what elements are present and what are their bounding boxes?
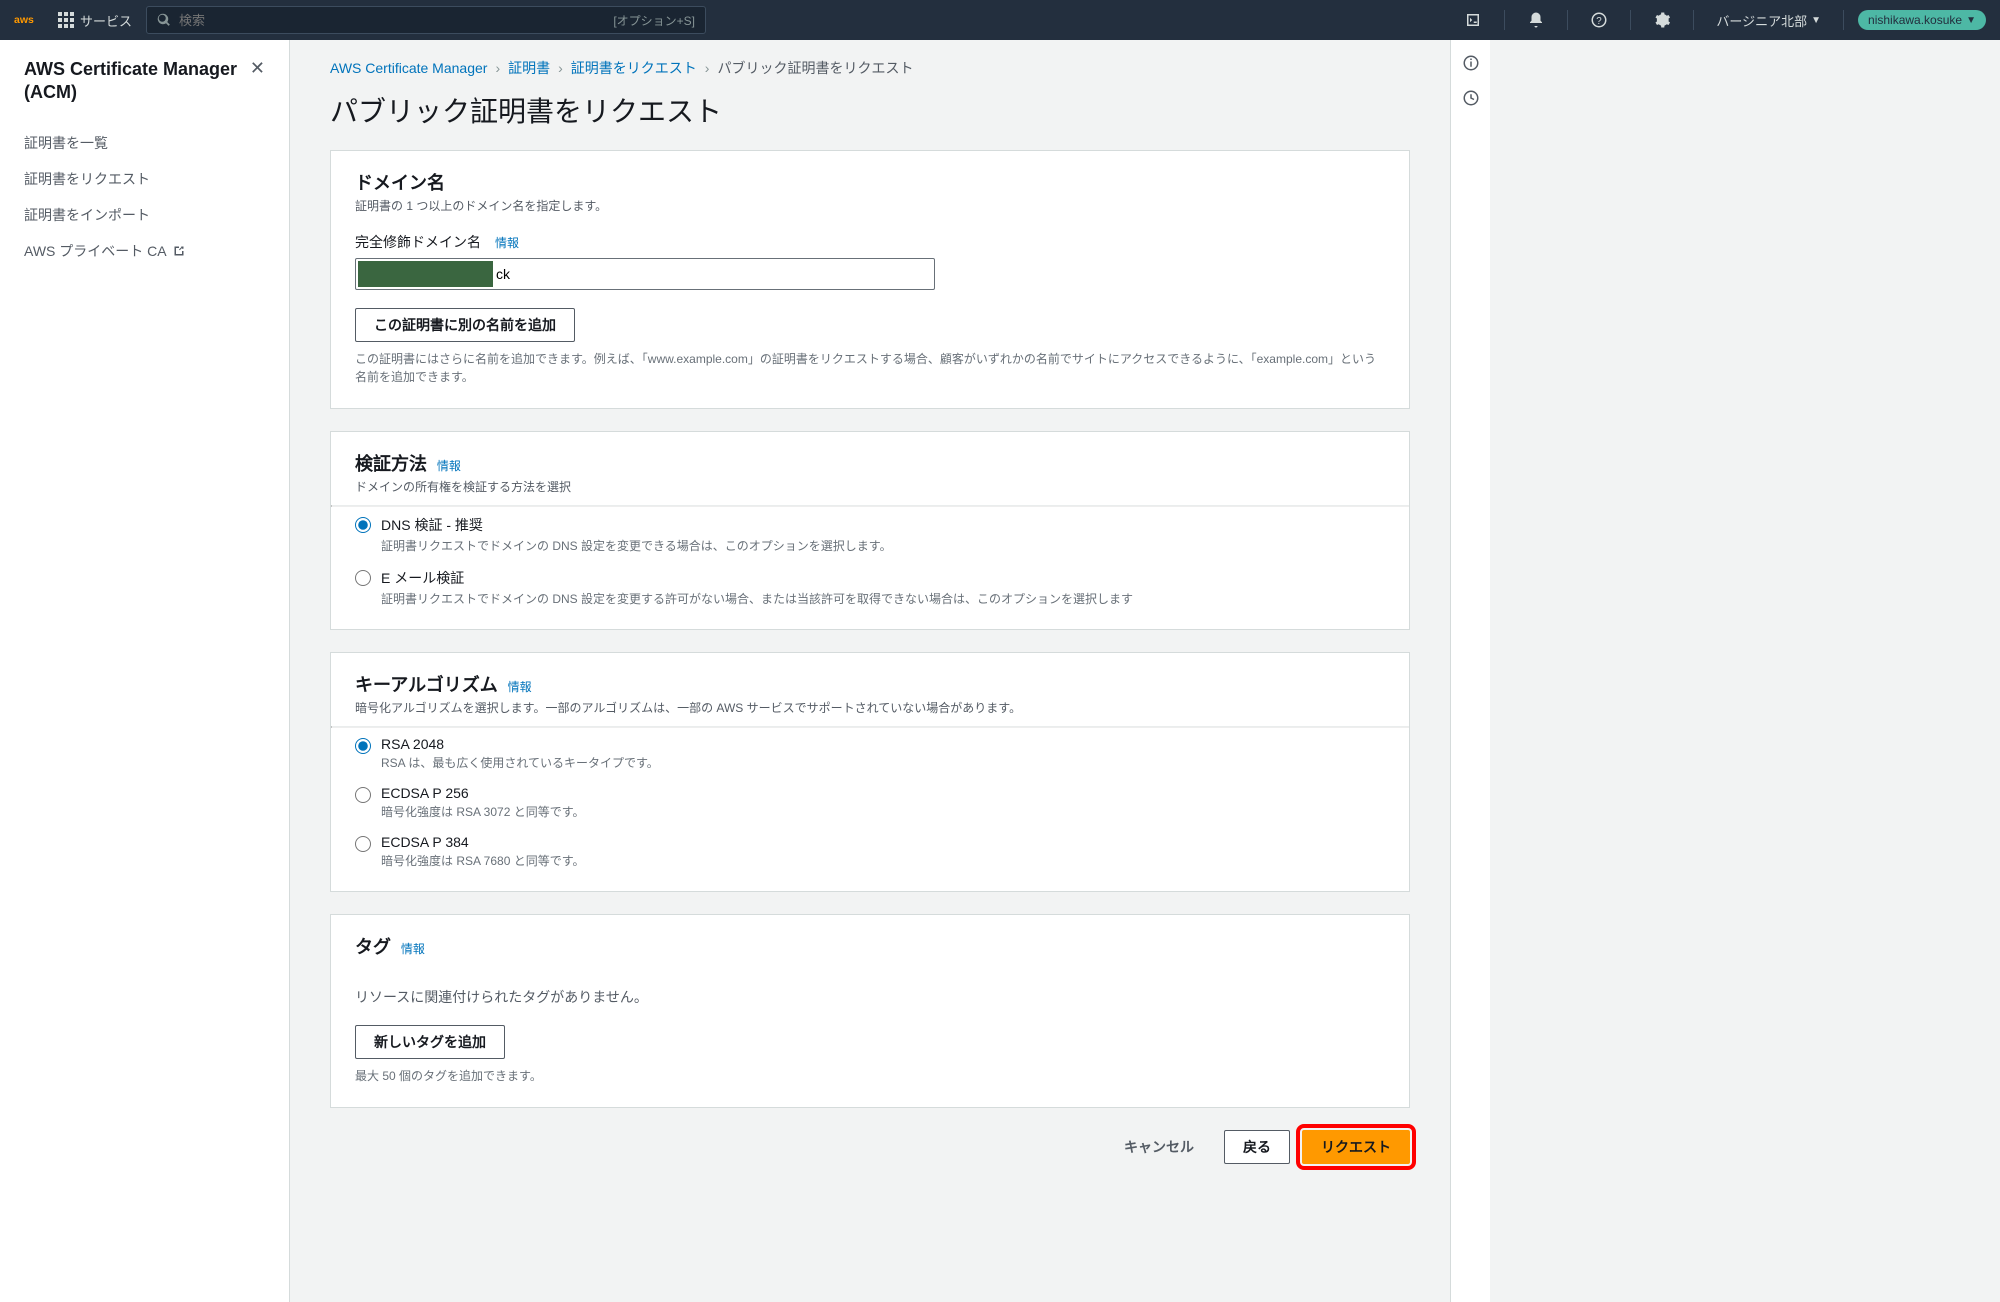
redacted-domain-prefix — [358, 261, 493, 287]
sidebar-item-label: AWS プライベート CA — [24, 241, 167, 261]
radio-label: DNS 検証 - 推奨 — [381, 515, 892, 535]
info-link[interactable]: 情報 — [508, 680, 532, 694]
validation-option-dns[interactable]: DNS 検証 - 推奨 証明書リクエストでドメインの DNS 設定を変更できる場… — [355, 515, 1385, 554]
region-selector[interactable]: バージニア北部 ▼ — [1708, 11, 1829, 30]
sidebar-nav: 証明書を一覧 証明書をリクエスト 証明書をインポート AWS プライベート CA — [0, 119, 289, 275]
search-input[interactable] — [171, 13, 613, 28]
tags-panel: タグ 情報 リソースに関連付けられたタグがありません。 新しいタグを追加 最大 … — [330, 914, 1410, 1108]
radio-desc: 証明書リクエストでドメインの DNS 設定を変更できる場合は、このオプションを選… — [381, 537, 892, 554]
history-rail-icon[interactable] — [1462, 89, 1480, 110]
panel-title: 検証方法 — [355, 454, 427, 474]
tags-help-text: 最大 50 個のタグを追加できます。 — [355, 1067, 1385, 1085]
panel-title: キーアルゴリズム — [355, 675, 498, 695]
breadcrumb-link[interactable]: 証明書 — [508, 58, 550, 78]
add-domain-button[interactable]: この証明書に別の名前を追加 — [355, 308, 575, 342]
sidebar-item-import[interactable]: 証明書をインポート — [0, 197, 289, 233]
info-rail-icon[interactable] — [1462, 54, 1480, 75]
breadcrumb-link[interactable]: AWS Certificate Manager — [330, 60, 487, 76]
breadcrumb: AWS Certificate Manager › 証明書 › 証明書をリクエス… — [330, 58, 1410, 78]
aws-logo[interactable]: aws — [14, 11, 44, 29]
algorithm-option-ecdsa256[interactable]: ECDSA P 256 暗号化強度は RSA 3072 と同等です。 — [355, 785, 1385, 820]
svg-text:aws: aws — [14, 14, 34, 26]
radio-input[interactable] — [355, 517, 371, 533]
validation-panel: 検証方法 情報 ドメインの所有権を検証する方法を選択 DNS 検証 - 推奨 証… — [330, 431, 1410, 630]
chevron-right-icon: › — [495, 60, 500, 76]
panel-desc: 証明書の 1 つ以上のドメイン名を指定します。 — [355, 197, 1385, 214]
chevron-right-icon: › — [558, 60, 563, 76]
caret-down-icon: ▼ — [1811, 15, 1821, 26]
user-menu[interactable]: nishikawa.kosuke ▼ — [1858, 10, 1986, 30]
domain-help-text: この証明書にはさらに名前を追加できます。例えば、「www.example.com… — [355, 350, 1385, 386]
domain-panel: ドメイン名 証明書の 1 つ以上のドメイン名を指定します。 完全修飾ドメイン名 … — [330, 150, 1410, 409]
settings-icon[interactable] — [1645, 0, 1679, 40]
back-button[interactable]: 戻る — [1224, 1130, 1290, 1164]
region-label: バージニア北部 — [1716, 11, 1807, 30]
radio-desc: 暗号化強度は RSA 7680 と同等です。 — [381, 852, 585, 869]
info-link[interactable]: 情報 — [401, 942, 425, 956]
add-tag-button[interactable]: 新しいタグを追加 — [355, 1025, 505, 1059]
algorithm-option-rsa2048[interactable]: RSA 2048 RSA は、最も広く使用されているキータイプです。 — [355, 736, 1385, 771]
breadcrumb-link[interactable]: 証明書をリクエスト — [571, 58, 697, 78]
algorithm-option-ecdsa384[interactable]: ECDSA P 384 暗号化強度は RSA 7680 と同等です。 — [355, 834, 1385, 869]
panel-desc: 暗号化アルゴリズムを選択します。一部のアルゴリズムは、一部の AWS サービスで… — [355, 699, 1385, 716]
radio-input[interactable] — [355, 836, 371, 852]
page-title: パブリック証明書をリクエスト — [330, 90, 1410, 130]
sidebar-item-private-ca[interactable]: AWS プライベート CA — [0, 233, 289, 269]
notifications-icon[interactable] — [1519, 0, 1553, 40]
sidebar: AWS Certificate Manager (ACM) ✕ 証明書を一覧 証… — [0, 40, 290, 1302]
radio-input[interactable] — [355, 570, 371, 586]
main-content: AWS Certificate Manager › 証明書 › 証明書をリクエス… — [290, 40, 1450, 1302]
radio-desc: RSA は、最も広く使用されているキータイプです。 — [381, 754, 659, 771]
chevron-right-icon: › — [705, 60, 710, 76]
request-button[interactable]: リクエスト — [1302, 1130, 1410, 1164]
radio-desc: 暗号化強度は RSA 3072 と同等です。 — [381, 803, 585, 820]
sidebar-item-label: 証明書をリクエスト — [24, 169, 150, 189]
right-rail — [1450, 40, 1490, 1302]
panel-desc: ドメインの所有権を検証する方法を選択 — [355, 478, 1385, 495]
radio-label: E メール検証 — [381, 568, 1133, 588]
sidebar-item-list[interactable]: 証明書を一覧 — [0, 125, 289, 161]
external-link-icon — [173, 245, 185, 257]
grid-icon — [58, 12, 74, 28]
sidebar-title: AWS Certificate Manager (ACM) — [24, 58, 250, 105]
form-actions: キャンセル 戻る リクエスト — [330, 1130, 1410, 1164]
search-box[interactable]: [オプション+S] — [146, 6, 706, 34]
radio-input[interactable] — [355, 787, 371, 803]
user-name: nishikawa.kosuke — [1868, 13, 1962, 27]
radio-input[interactable] — [355, 738, 371, 754]
radio-desc: 証明書リクエストでドメインの DNS 設定を変更する許可がない場合、または当該許… — [381, 590, 1133, 607]
services-menu[interactable]: サービス — [58, 11, 132, 30]
cloudshell-icon[interactable] — [1456, 0, 1490, 40]
radio-label: ECDSA P 384 — [381, 834, 585, 850]
search-icon — [157, 13, 171, 27]
breadcrumb-current: パブリック証明書をリクエスト — [717, 58, 913, 78]
field-label: 完全修飾ドメイン名 — [355, 232, 481, 252]
panel-title: タグ — [355, 937, 391, 957]
svg-text:?: ? — [1597, 16, 1603, 27]
sidebar-item-label: 証明書をインポート — [24, 205, 150, 225]
sidebar-item-request[interactable]: 証明書をリクエスト — [0, 161, 289, 197]
top-nav: aws サービス [オプション+S] ? バージニア北部 ▼ nishikawa… — [0, 0, 2000, 40]
info-link[interactable]: 情報 — [495, 234, 519, 251]
radio-label: ECDSA P 256 — [381, 785, 585, 801]
radio-label: RSA 2048 — [381, 736, 659, 752]
panel-title: ドメイン名 — [355, 173, 445, 193]
sidebar-item-label: 証明書を一覧 — [24, 133, 108, 153]
cancel-button[interactable]: キャンセル — [1106, 1131, 1212, 1163]
services-label: サービス — [80, 11, 132, 30]
close-sidebar-icon[interactable]: ✕ — [250, 58, 265, 79]
help-icon[interactable]: ? — [1582, 0, 1616, 40]
algorithm-panel: キーアルゴリズム 情報 暗号化アルゴリズムを選択します。一部のアルゴリズムは、一… — [330, 652, 1410, 892]
caret-down-icon: ▼ — [1966, 15, 1976, 26]
validation-option-email[interactable]: E メール検証 証明書リクエストでドメインの DNS 設定を変更する許可がない場… — [355, 568, 1385, 607]
search-hint: [オプション+S] — [613, 12, 695, 29]
tags-empty-text: リソースに関連付けられたタグがありません。 — [355, 987, 1385, 1007]
info-link[interactable]: 情報 — [437, 459, 461, 473]
